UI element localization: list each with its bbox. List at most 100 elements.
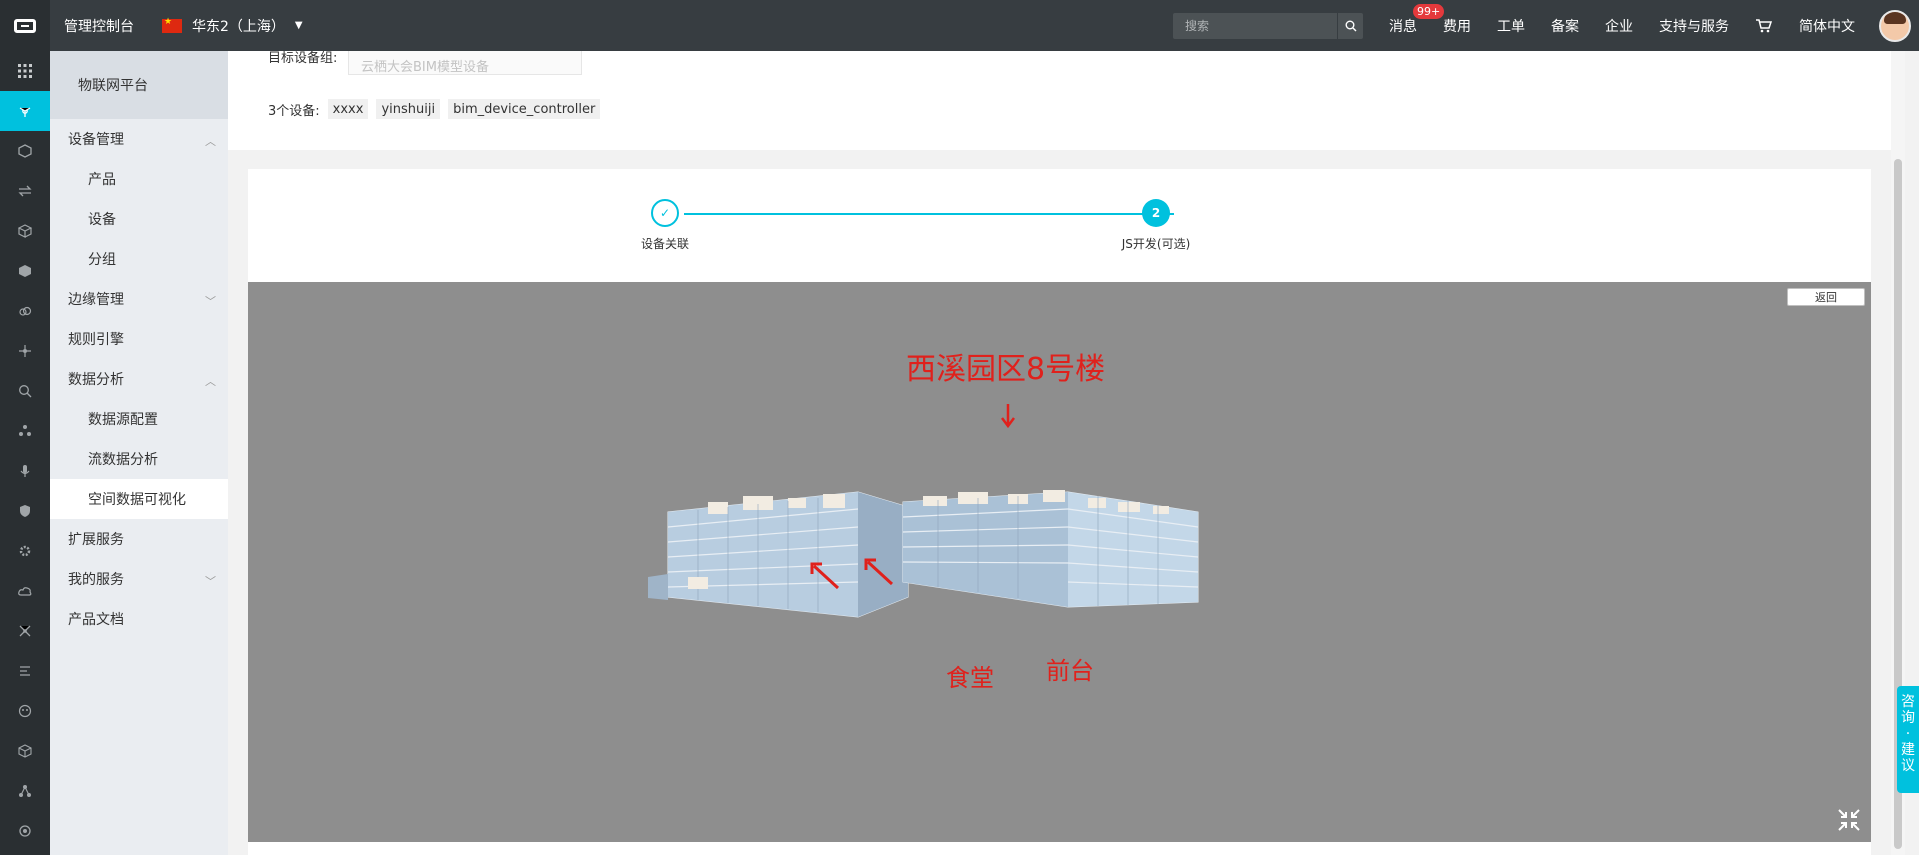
- step-js-development: 2 JS开发(可选): [1096, 199, 1216, 252]
- devices-count-label: 3个设备:: [268, 103, 320, 119]
- device-group-card: 目标设备组: 云栖大会BIM模型设备 3个设备: xxxx yinshuiji …: [228, 51, 1891, 150]
- tickets-link[interactable]: 工单: [1497, 16, 1525, 36]
- chevron-down-icon: ﹀: [205, 575, 216, 588]
- sidebar-item-product[interactable]: 产品: [50, 159, 228, 199]
- sidebar-item-label: 设备管理: [68, 132, 124, 148]
- steps-card: ✓ 设备关联 2 JS开发(可选): [248, 169, 1871, 282]
- fullscreen-exit-icon[interactable]: [1837, 808, 1861, 832]
- sidebar-item-data-analysis[interactable]: 数据分析 ︿: [50, 359, 228, 399]
- sidebar-header: 物联网平台: [50, 51, 228, 119]
- shield-icon[interactable]: [0, 491, 50, 531]
- sidebar-item-label: 规则引擎: [68, 332, 124, 348]
- step-number: 2: [1142, 199, 1170, 227]
- secondary-sidebar: 物联网平台 设备管理 ︿ 产品 设备 分组 边缘管理 ﹀ 规则引擎 数据分析 ︿…: [50, 51, 228, 855]
- messages-badge: 99+: [1413, 3, 1445, 19]
- iot-icon[interactable]: [0, 91, 50, 131]
- transfer-icon[interactable]: [0, 171, 50, 211]
- sidebar-item-label: 数据分析: [68, 372, 124, 388]
- nodes-icon[interactable]: [0, 611, 50, 651]
- gear-icon[interactable]: [0, 531, 50, 571]
- sidebar-item-edge-management[interactable]: 边缘管理 ﹀: [50, 279, 228, 319]
- search-icon: [1345, 20, 1356, 31]
- sidebar-item-product-docs[interactable]: 产品文档: [50, 599, 228, 639]
- package-icon[interactable]: [0, 731, 50, 771]
- step-label: 设备关联: [640, 237, 689, 251]
- top-navigation-bar: 管理控制台 华东2（上海） ▼ 消息 99+ 费用 工单 备案 企业 支持与服务…: [0, 0, 1919, 51]
- console-title[interactable]: 管理控制台: [64, 16, 134, 36]
- down-arrow-annotation: [1001, 404, 1015, 429]
- user-avatar[interactable]: [1879, 9, 1911, 42]
- caret-down-icon: ▼: [294, 20, 303, 31]
- language-selector[interactable]: 简体中文: [1799, 16, 1855, 36]
- support-link[interactable]: 支持与服务: [1659, 16, 1729, 36]
- annotation-front-desk: 前台: [1046, 657, 1094, 685]
- sidebar-item-label: 边缘管理: [68, 292, 124, 308]
- sidebar-item-device[interactable]: 设备: [50, 199, 228, 239]
- return-button[interactable]: 返回: [1787, 288, 1865, 306]
- flow-icon[interactable]: [0, 651, 50, 691]
- arrow-to-front-desk-annotation: [864, 558, 894, 586]
- region-label: 华东2（上海）: [192, 18, 285, 35]
- sidebar-item-device-management[interactable]: 设备管理 ︿: [50, 119, 228, 159]
- search-input[interactable]: [1173, 18, 1337, 33]
- cart-button[interactable]: [1755, 18, 1773, 33]
- region-selector[interactable]: 华东2（上海） ▼: [162, 16, 303, 36]
- cluster-icon[interactable]: [0, 411, 50, 451]
- sidebar-item-label: 我的服务: [68, 572, 124, 588]
- annotation-building-title: 西溪园区8号楼: [906, 352, 1106, 387]
- sidebar-item-data-source[interactable]: 数据源配置: [50, 399, 228, 439]
- chip-icon[interactable]: [0, 251, 50, 291]
- cart-icon: [1756, 18, 1772, 32]
- target-group-field[interactable]: 云栖大会BIM模型设备: [348, 51, 582, 75]
- billing-link[interactable]: 费用: [1443, 16, 1471, 36]
- icp-link[interactable]: 备案: [1551, 16, 1579, 36]
- feedback-label: 咨询·建议: [1901, 694, 1915, 774]
- arrow-to-canteen-annotation: [810, 562, 840, 590]
- mic-icon[interactable]: [0, 451, 50, 491]
- search-icon[interactable]: [0, 371, 50, 411]
- chevron-up-icon: ︿: [205, 135, 216, 148]
- device-tag: yinshuiji: [376, 99, 441, 119]
- sidebar-item-rules-engine[interactable]: 规则引擎: [50, 319, 228, 359]
- product-icon-rail: [0, 51, 50, 855]
- sidebar-item-label: 产品文档: [68, 612, 124, 628]
- cube-icon[interactable]: [0, 131, 50, 171]
- sidebar-item-stream-analysis[interactable]: 流数据分析: [50, 439, 228, 479]
- target-group-label: 目标设备组:: [268, 51, 338, 66]
- building-3d-model: [648, 490, 1199, 618]
- search-button[interactable]: [1337, 12, 1363, 39]
- aliyun-logo[interactable]: [0, 0, 50, 51]
- feedback-tab[interactable]: 咨询·建议: [1897, 686, 1919, 793]
- enterprise-link[interactable]: 企业: [1605, 16, 1633, 36]
- logo-icon: [14, 18, 36, 33]
- robot-icon[interactable]: [0, 691, 50, 731]
- china-flag-icon: [162, 17, 182, 33]
- chevron-down-icon: ﹀: [205, 295, 216, 308]
- box-icon[interactable]: [0, 211, 50, 251]
- check-icon: ✓: [651, 199, 679, 227]
- settings-icon[interactable]: [0, 811, 50, 851]
- annotation-canteen: 食堂: [946, 664, 994, 692]
- sidebar-item-group[interactable]: 分组: [50, 239, 228, 279]
- messages-label: 消息: [1389, 18, 1417, 35]
- devices-row: 3个设备: xxxx yinshuiji bim_device_controll…: [268, 99, 601, 119]
- device-tag: xxxx: [327, 99, 369, 119]
- sidebar-item-extensions[interactable]: 扩展服务: [50, 519, 228, 559]
- device-tag: bim_device_controller: [448, 99, 601, 119]
- step-label: JS开发(可选): [1121, 237, 1191, 251]
- chevron-up-icon: ︿: [205, 375, 216, 388]
- hierarchy-icon[interactable]: [0, 771, 50, 811]
- cloud-icon[interactable]: [0, 291, 50, 331]
- search-box: [1173, 12, 1363, 39]
- sidebar-item-my-services[interactable]: 我的服务 ﹀: [50, 559, 228, 599]
- step-device-association: ✓ 设备关联: [605, 199, 725, 252]
- messages-link[interactable]: 消息 99+: [1389, 3, 1445, 36]
- network-icon[interactable]: [0, 331, 50, 371]
- viewer-bottom-strip: [248, 842, 1871, 855]
- bim-3d-viewer[interactable]: 返回 西溪园区8号楼 食堂 前台: [248, 282, 1871, 842]
- main-content: 目标设备组: 云栖大会BIM模型设备 3个设备: xxxx yinshuiji …: [228, 51, 1891, 855]
- grid-icon[interactable]: [0, 51, 50, 91]
- sidebar-item-label: 扩展服务: [68, 532, 124, 548]
- sidebar-item-spatial-visualization[interactable]: 空间数据可视化: [50, 479, 228, 519]
- cloud-storage-icon[interactable]: [0, 571, 50, 611]
